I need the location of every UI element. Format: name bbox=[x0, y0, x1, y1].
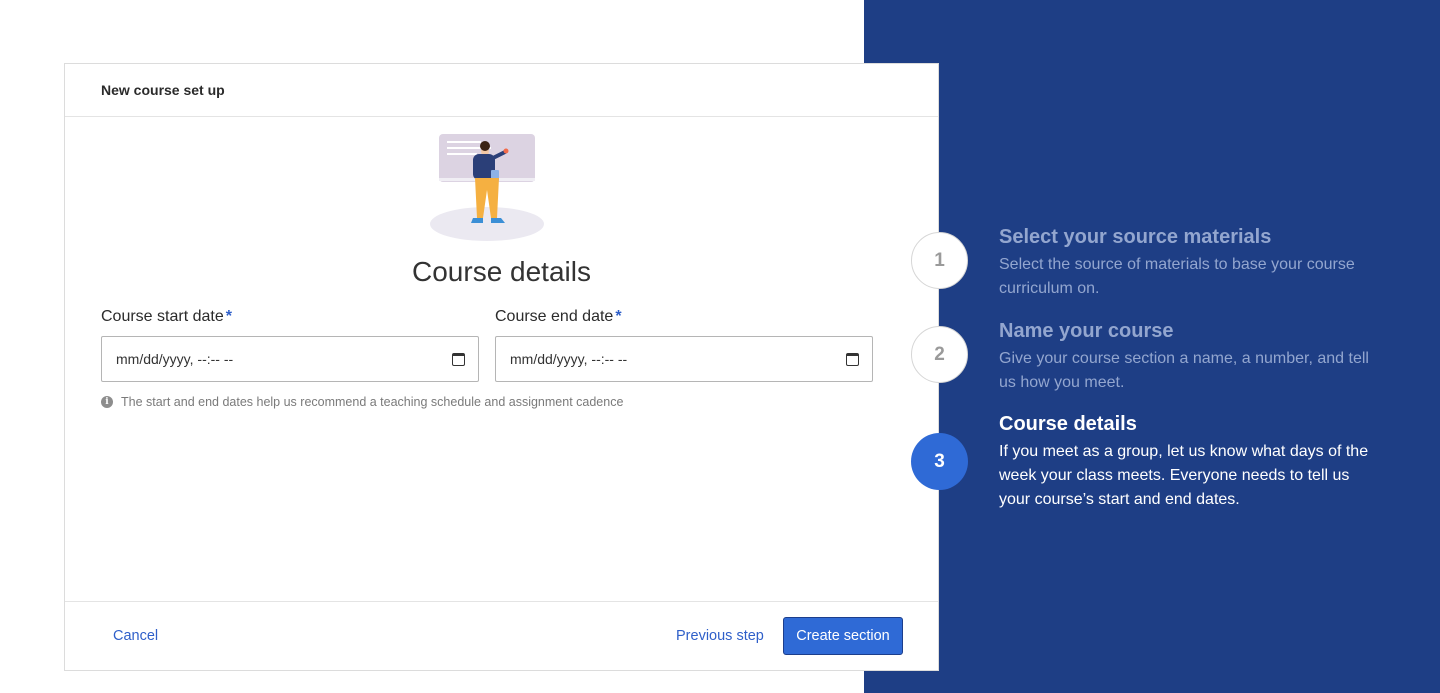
page-title: Course details bbox=[412, 256, 591, 287]
step-description: Give your course section a name, a numbe… bbox=[999, 350, 1369, 391]
calendar-icon[interactable] bbox=[452, 352, 465, 366]
step-title: Course details bbox=[999, 413, 1137, 435]
end-date-field: Course end date * mm/dd/yyyy, --:-- -- bbox=[495, 308, 873, 382]
teacher-presenting-illustration bbox=[430, 134, 544, 241]
start-date-value: mm/dd/yyyy, --:-- -- bbox=[116, 351, 234, 367]
course-setup-modal: New course set up Course details Course … bbox=[64, 63, 939, 671]
required-marker: * bbox=[225, 308, 232, 325]
step-title: Select your source materials bbox=[999, 226, 1272, 248]
calendar-icon[interactable] bbox=[846, 352, 859, 366]
modal-footer: Cancel Previous step Create section bbox=[65, 601, 938, 671]
start-date-field: Course start date * mm/dd/yyyy, --:-- -- bbox=[101, 308, 479, 382]
modal-header: New course set up bbox=[65, 64, 938, 117]
step-description: If you meet as a group, let us know what… bbox=[999, 443, 1369, 508]
end-date-input[interactable]: mm/dd/yyyy, --:-- -- bbox=[495, 336, 873, 382]
info-icon: i bbox=[101, 396, 113, 408]
modal-header-title: New course set up bbox=[101, 82, 225, 98]
step-title: Name your course bbox=[999, 320, 1174, 342]
step-text: Name your course Give your course sectio… bbox=[999, 320, 1379, 395]
date-hint: i The start and end dates help us recomm… bbox=[101, 395, 623, 409]
step-number-badge: 1 bbox=[911, 232, 968, 289]
date-hint-text: The start and end dates help us recommen… bbox=[121, 395, 624, 409]
previous-step-button[interactable]: Previous step bbox=[676, 628, 764, 644]
required-marker: * bbox=[615, 308, 622, 325]
step-text: Course details If you meet as a group, l… bbox=[999, 413, 1379, 512]
start-date-input[interactable]: mm/dd/yyyy, --:-- -- bbox=[101, 336, 479, 382]
step-description: Select the source of materials to base y… bbox=[999, 256, 1355, 297]
step-number-badge: 3 bbox=[911, 433, 968, 490]
start-date-label: Course start date * bbox=[101, 308, 232, 325]
end-date-value: mm/dd/yyyy, --:-- -- bbox=[510, 351, 628, 367]
create-section-button[interactable]: Create section bbox=[783, 617, 903, 655]
step-text: Select your source materials Select the … bbox=[999, 226, 1379, 301]
step-number-badge: 2 bbox=[911, 326, 968, 383]
end-date-label: Course end date * bbox=[495, 308, 622, 325]
cancel-button[interactable]: Cancel bbox=[113, 628, 158, 644]
